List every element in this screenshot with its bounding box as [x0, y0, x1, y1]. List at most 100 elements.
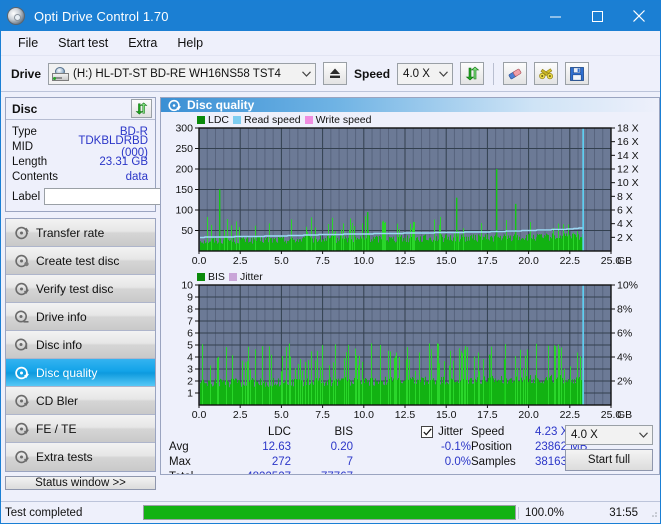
status-message: Test completed [5, 506, 83, 519]
menu-help[interactable]: Help [168, 33, 212, 53]
svg-text:4 X: 4 X [617, 218, 633, 230]
stats-header-jitter: Jitter [353, 425, 471, 440]
sidebar-item-create-test-disc[interactable]: Create test disc [6, 247, 155, 275]
disc-properties: Type BD-R MID TDKBLDRBD (000) Length 23.… [6, 120, 253, 211]
speed-select[interactable]: 4.0 X [397, 62, 454, 85]
sidebar-item-cd-bler[interactable]: CD Bler [6, 387, 155, 415]
legend-swatch-icon [304, 116, 313, 124]
disc-mid-label: MID [12, 140, 34, 153]
svg-text:5.0: 5.0 [274, 255, 289, 267]
svg-text:2: 2 [187, 376, 193, 388]
progress-bar [143, 505, 516, 520]
sidebar-item-extra-tests[interactable]: Extra tests [6, 443, 155, 471]
sidebar-item-verify-test-disc[interactable]: Verify test disc [6, 275, 155, 303]
svg-text:300: 300 [175, 123, 193, 135]
eject-button[interactable] [323, 62, 348, 85]
legend-swatch-icon [197, 116, 205, 124]
title-bar: Opti Drive Control 1.70 [1, 1, 660, 31]
minimize-button[interactable] [534, 1, 576, 31]
stats-row-label: Total [169, 470, 219, 474]
jitter-checkbox[interactable] [421, 426, 434, 438]
tools-button[interactable] [534, 62, 559, 85]
ldc-legend: LDC Read speed Write speed [197, 114, 372, 126]
disc-icon [12, 450, 32, 464]
menu-bar: File Start test Extra Help [1, 31, 660, 56]
resize-grip[interactable] [648, 508, 658, 518]
main-body: Disc Type BD-R MID TDKBLDRBD (000) Lengt… [1, 92, 661, 490]
svg-text:2.5: 2.5 [233, 255, 248, 267]
drive-select-value: (H:) HL-DT-ST BD-RE WH16NS58 TST4 [73, 67, 281, 80]
sidebar-item-disc-info[interactable]: Disc info [6, 331, 155, 359]
start-full-button[interactable]: Start full [565, 449, 653, 471]
stats-max-ldc: 272 [271, 456, 291, 468]
bis-plot: 12345678910 2% 4% 6% 8% 10% 0.0 2.5 5.0 7.5 10.0 12… [181, 280, 638, 422]
panel-header: Disc quality [161, 98, 659, 112]
progress-fill [144, 506, 515, 519]
stats-filler-1 [471, 470, 535, 474]
legend-label: Jitter [239, 271, 263, 283]
legend-jitter: Jitter [228, 271, 263, 283]
save-button[interactable] [565, 62, 590, 85]
chevron-down-icon [435, 70, 452, 77]
svg-text:20.0: 20.0 [518, 409, 539, 421]
sidebar-item-fe-te[interactable]: FE / TE [6, 415, 155, 443]
legend-swatch-icon [233, 116, 242, 124]
svg-text:1: 1 [187, 388, 193, 400]
svg-text:8: 8 [187, 304, 193, 316]
svg-text:6: 6 [187, 328, 193, 340]
disc-icon [12, 310, 32, 324]
status-window-button[interactable]: Status window >> [5, 476, 156, 490]
svg-text:7: 7 [187, 316, 193, 328]
stats-row-label: Max [169, 456, 191, 468]
svg-text:8%: 8% [617, 304, 632, 316]
sidebar-item-disc-quality[interactable]: Disc quality [6, 359, 155, 387]
stats-header-bis: BIS [334, 426, 353, 438]
svg-text:4: 4 [187, 352, 193, 364]
menu-extra[interactable]: Extra [119, 33, 166, 53]
disc-row-mid: MID TDKBLDRBD (000) [12, 135, 150, 159]
svg-text:10.0: 10.0 [354, 409, 375, 421]
svg-text:6 X: 6 X [617, 205, 633, 217]
svg-text:50: 50 [181, 225, 193, 237]
svg-text:8 X: 8 X [617, 191, 633, 203]
svg-text:22.5: 22.5 [560, 409, 581, 421]
close-button[interactable] [618, 1, 660, 31]
maximize-button[interactable] [576, 1, 618, 31]
app-window: Opti Drive Control 1.70 File Start test … [0, 0, 661, 524]
test-speed-select[interactable]: 4.0 X [565, 425, 653, 445]
svg-text:22.5: 22.5 [560, 255, 581, 267]
svg-text:6%: 6% [617, 328, 632, 340]
menu-file[interactable]: File [9, 33, 47, 53]
sidebar-item-transfer-rate[interactable]: Transfer rate [6, 219, 155, 247]
svg-text:2%: 2% [617, 376, 632, 388]
window-title: Opti Drive Control 1.70 [34, 8, 169, 24]
sidebar-label: Disc quality [36, 365, 98, 380]
test-speed-value: 4.0 X [571, 429, 598, 441]
disc-icon [12, 338, 32, 352]
drive-icon [52, 66, 70, 81]
svg-text:12 X: 12 X [617, 164, 639, 176]
action-buttons: 4.0 X Start full Start part [565, 425, 653, 474]
bis-legend: BIS Jitter [197, 271, 263, 283]
drive-select[interactable]: (H:) HL-DT-ST BD-RE WH16NS58 TST4 [48, 62, 317, 85]
stats-row-max: Max 272 7 0.0% Samples 381634 [169, 455, 605, 470]
speed-label: Speed [354, 66, 391, 81]
elapsed-time: 31:55 [609, 506, 638, 519]
menu-start-test[interactable]: Start test [49, 33, 117, 53]
disc-panel-title: Disc [12, 101, 38, 116]
disc-icon [167, 99, 182, 112]
legend-label: Read speed [244, 114, 301, 126]
erase-button[interactable] [503, 62, 528, 85]
sidebar-label: Extra tests [36, 450, 93, 464]
disc-length-value: 23.31 GB [99, 155, 148, 168]
svg-text:20.0: 20.0 [518, 255, 539, 267]
svg-text:5.0: 5.0 [274, 409, 289, 421]
sidebar-item-drive-info[interactable]: Drive info [6, 303, 155, 331]
speed-select-value: 4.0 X [403, 67, 430, 80]
right-content: Disc quality LDC Read speed Write speed … [160, 92, 661, 475]
svg-text:2.5: 2.5 [233, 409, 248, 421]
svg-text:12.5: 12.5 [395, 409, 416, 421]
refresh-drive-button[interactable] [460, 62, 485, 85]
disc-refresh-button[interactable] [131, 99, 152, 118]
legend-swatch-icon [197, 273, 205, 281]
